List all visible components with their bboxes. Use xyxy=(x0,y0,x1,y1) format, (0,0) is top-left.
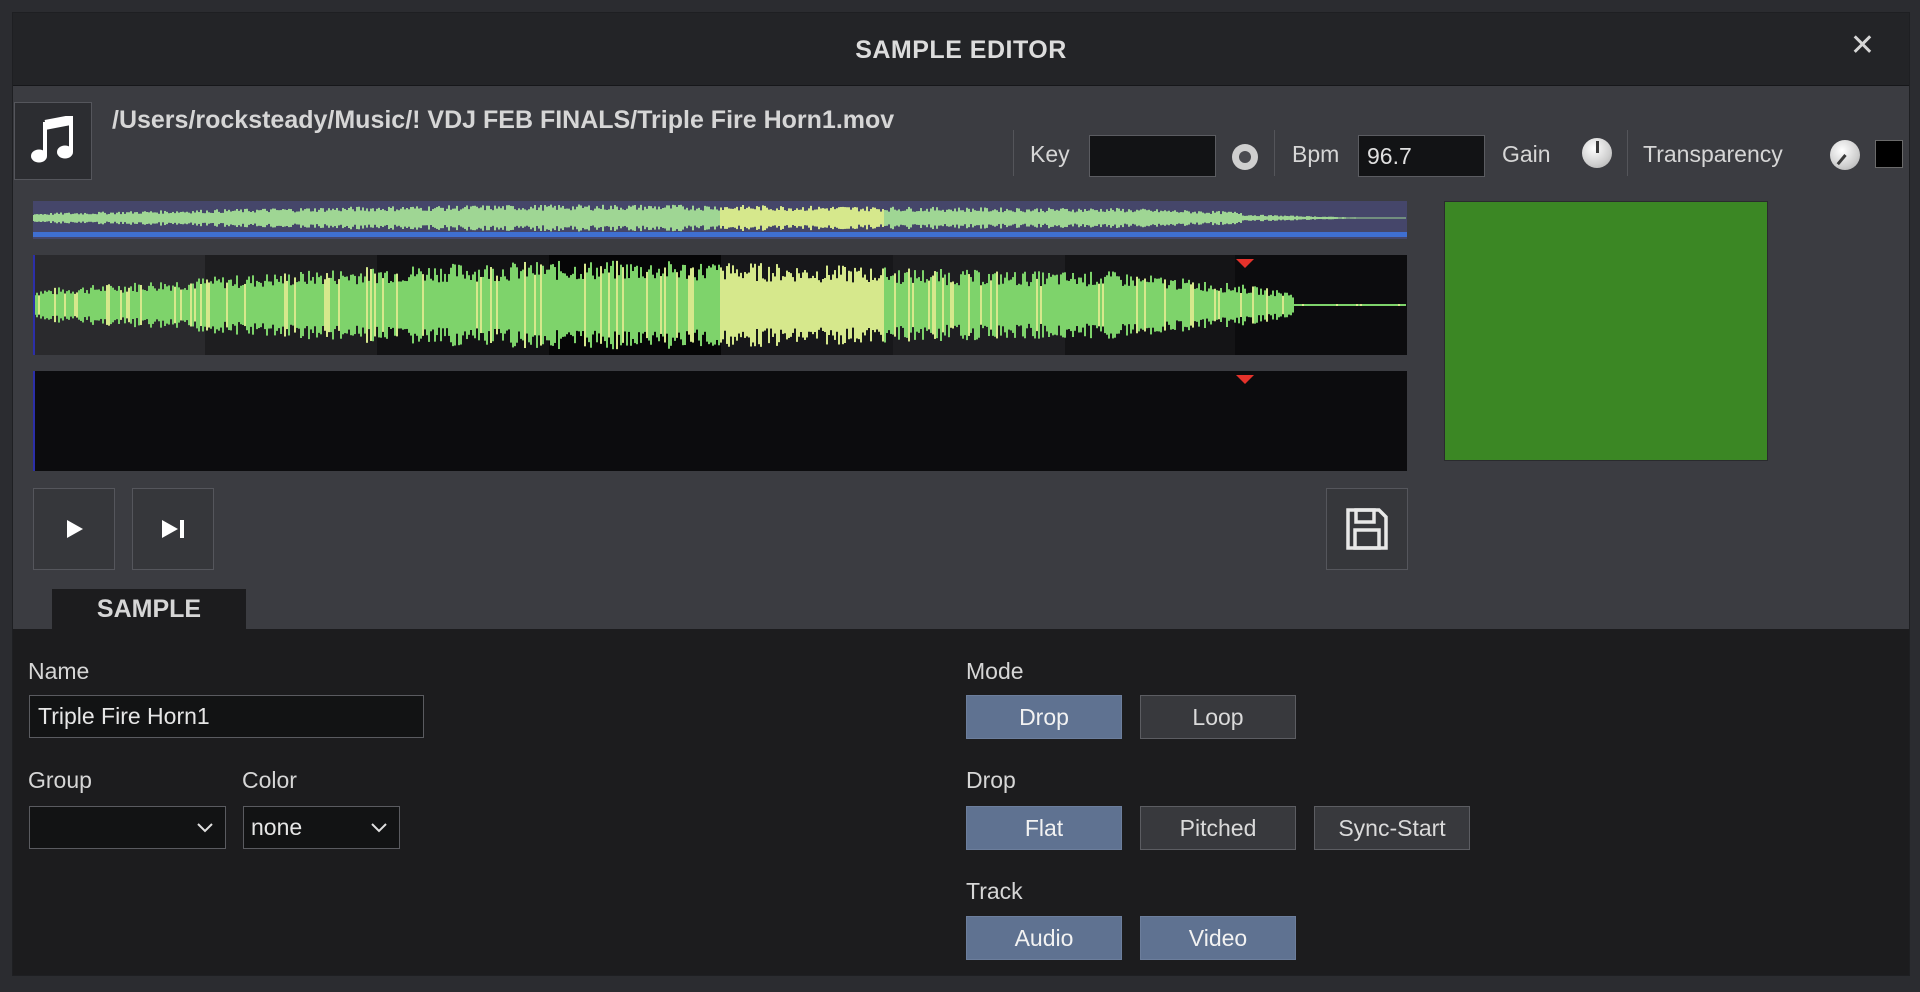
track-video-button[interactable]: Video xyxy=(1140,916,1296,960)
bpm-label: Bpm xyxy=(1292,141,1340,167)
file-button[interactable] xyxy=(14,102,92,180)
drop-sync-start-button[interactable]: Sync-Start xyxy=(1314,806,1470,850)
transparency-knob-indicator xyxy=(1836,154,1847,166)
transparency-label: Transparency xyxy=(1643,141,1783,167)
title-bar[interactable]: SAMPLE EDITOR ✕ xyxy=(13,13,1909,86)
waveform-main-graphic xyxy=(32,255,1406,355)
gain-label: Gain xyxy=(1502,141,1551,167)
play-button[interactable] xyxy=(33,488,115,570)
group-label: Group xyxy=(28,767,92,793)
drop-flat-button[interactable]: Flat xyxy=(966,806,1122,850)
cue-marker-lower[interactable] xyxy=(1236,375,1254,384)
group-select[interactable] xyxy=(29,806,226,849)
tab-sample[interactable]: SAMPLE xyxy=(52,589,246,629)
mode-drop-button[interactable]: Drop xyxy=(966,695,1122,739)
key-label: Key xyxy=(1030,141,1070,167)
close-icon[interactable]: ✕ xyxy=(1850,31,1875,61)
start-line xyxy=(33,371,35,471)
sample-editor-window: SAMPLE EDITOR ✕ /Users/rocksteady/Music/… xyxy=(12,12,1910,976)
divider xyxy=(1013,130,1014,176)
save-button[interactable] xyxy=(1326,488,1408,570)
waveform-overview-graphic xyxy=(32,204,1407,237)
track-audio-button[interactable]: Audio xyxy=(966,916,1122,960)
waveform-overview[interactable] xyxy=(32,201,1407,239)
mode-loop-button[interactable]: Loop xyxy=(1140,695,1296,739)
bpm-input[interactable] xyxy=(1358,135,1485,177)
skip-to-end-icon xyxy=(162,520,184,538)
key-input[interactable] xyxy=(1089,135,1216,177)
divider xyxy=(1627,130,1628,176)
track-label: Track xyxy=(966,878,1023,904)
skip-to-end-button[interactable] xyxy=(132,488,214,570)
color-label: Color xyxy=(242,767,297,793)
video-preview xyxy=(1444,201,1768,461)
chevron-down-icon xyxy=(371,823,387,833)
name-input[interactable] xyxy=(29,695,424,738)
floppy-disk-icon xyxy=(1346,508,1388,550)
color-select[interactable]: none xyxy=(243,806,400,849)
sample-panel: Name Group Color none Mode Drop Loop Dro… xyxy=(13,629,1909,975)
chevron-down-icon xyxy=(197,823,213,833)
waveform-main[interactable] xyxy=(32,255,1407,355)
key-detect-dot-icon xyxy=(1239,151,1251,163)
name-label: Name xyxy=(28,658,90,684)
music-note-icon xyxy=(31,116,73,163)
drop-label: Drop xyxy=(966,767,1016,793)
waveform-lower[interactable] xyxy=(33,371,1407,471)
window-title: SAMPLE EDITOR xyxy=(855,36,1067,64)
gain-knob-indicator xyxy=(1596,141,1599,153)
key-detect-button[interactable] xyxy=(1232,144,1258,170)
mode-label: Mode xyxy=(966,658,1024,684)
divider xyxy=(1274,130,1275,176)
cue-marker[interactable] xyxy=(1236,259,1254,268)
play-icon xyxy=(67,520,83,538)
overview-position-bar xyxy=(33,232,1407,237)
drop-pitched-button[interactable]: Pitched xyxy=(1140,806,1296,850)
transparency-color-swatch[interactable] xyxy=(1875,140,1903,168)
transparency-knob[interactable] xyxy=(1830,140,1860,170)
file-path: /Users/rocksteady/Music/! VDJ FEB FINALS… xyxy=(112,106,895,134)
start-line xyxy=(33,255,35,355)
gain-knob[interactable] xyxy=(1582,138,1612,168)
color-value: none xyxy=(251,814,303,840)
